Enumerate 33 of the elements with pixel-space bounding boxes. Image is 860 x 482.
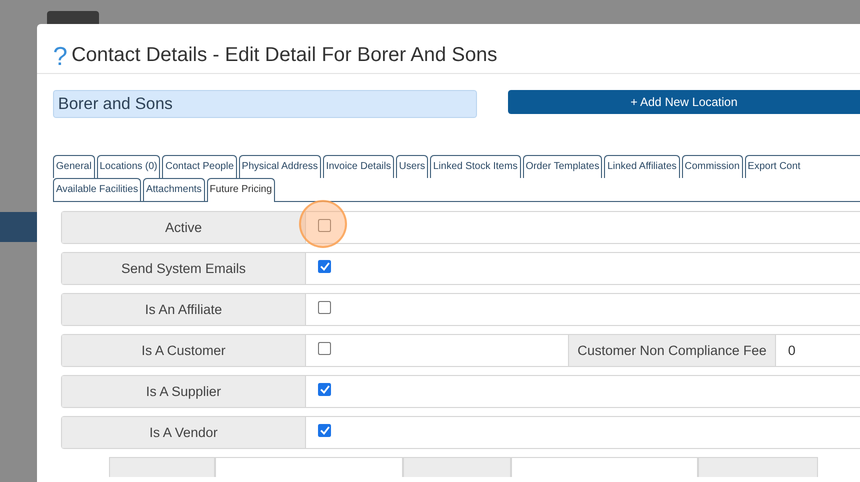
checkbox[interactable] — [318, 424, 331, 437]
tab[interactable]: Users — [396, 155, 428, 178]
checkbox[interactable] — [318, 342, 331, 355]
tab[interactable]: Contact People — [162, 155, 237, 178]
tab[interactable]: Physical Address — [238, 155, 321, 178]
field-value[interactable] — [215, 457, 403, 477]
tab[interactable]: Available Facilities — [53, 178, 142, 201]
checkbox[interactable] — [318, 219, 331, 232]
tab[interactable]: Linked Affiliates — [604, 155, 680, 178]
field-label: Active — [62, 212, 306, 243]
field-label: Is A Customer — [62, 335, 306, 366]
tab[interactable]: Commission — [682, 155, 743, 178]
tab[interactable]: Future Pricing — [206, 178, 275, 202]
checkbox[interactable] — [318, 260, 331, 273]
dialog-title: Contact Details - Edit Detail For Borer And Sons — [71, 44, 498, 67]
field-label: Is A Supplier — [62, 376, 306, 407]
checkbox[interactable] — [318, 383, 331, 396]
tab[interactable]: Attachments — [143, 178, 205, 201]
field-label: Send System Emails — [62, 253, 306, 284]
field-label: Is An Affiliate — [62, 294, 306, 325]
tab[interactable]: Invoice Details — [322, 155, 394, 178]
field-label: Customer Non Compliance Fee — [569, 335, 776, 366]
checkbox[interactable] — [318, 301, 331, 314]
tab[interactable]: Locations (0) — [96, 155, 160, 178]
tab[interactable]: Linked Stock Items — [430, 155, 521, 178]
tab[interactable]: Export Cont — [744, 155, 860, 178]
field-label: Is A Vendor — [62, 417, 306, 448]
tab[interactable]: Order Templates — [522, 155, 602, 178]
sidebar-item-highlight — [0, 212, 37, 242]
add-location-button[interactable]: + Add New Location — [508, 90, 860, 114]
field-value[interactable] — [511, 457, 698, 477]
tab[interactable]: General — [53, 155, 95, 178]
name-field[interactable]: Borer and Sons — [53, 90, 477, 118]
